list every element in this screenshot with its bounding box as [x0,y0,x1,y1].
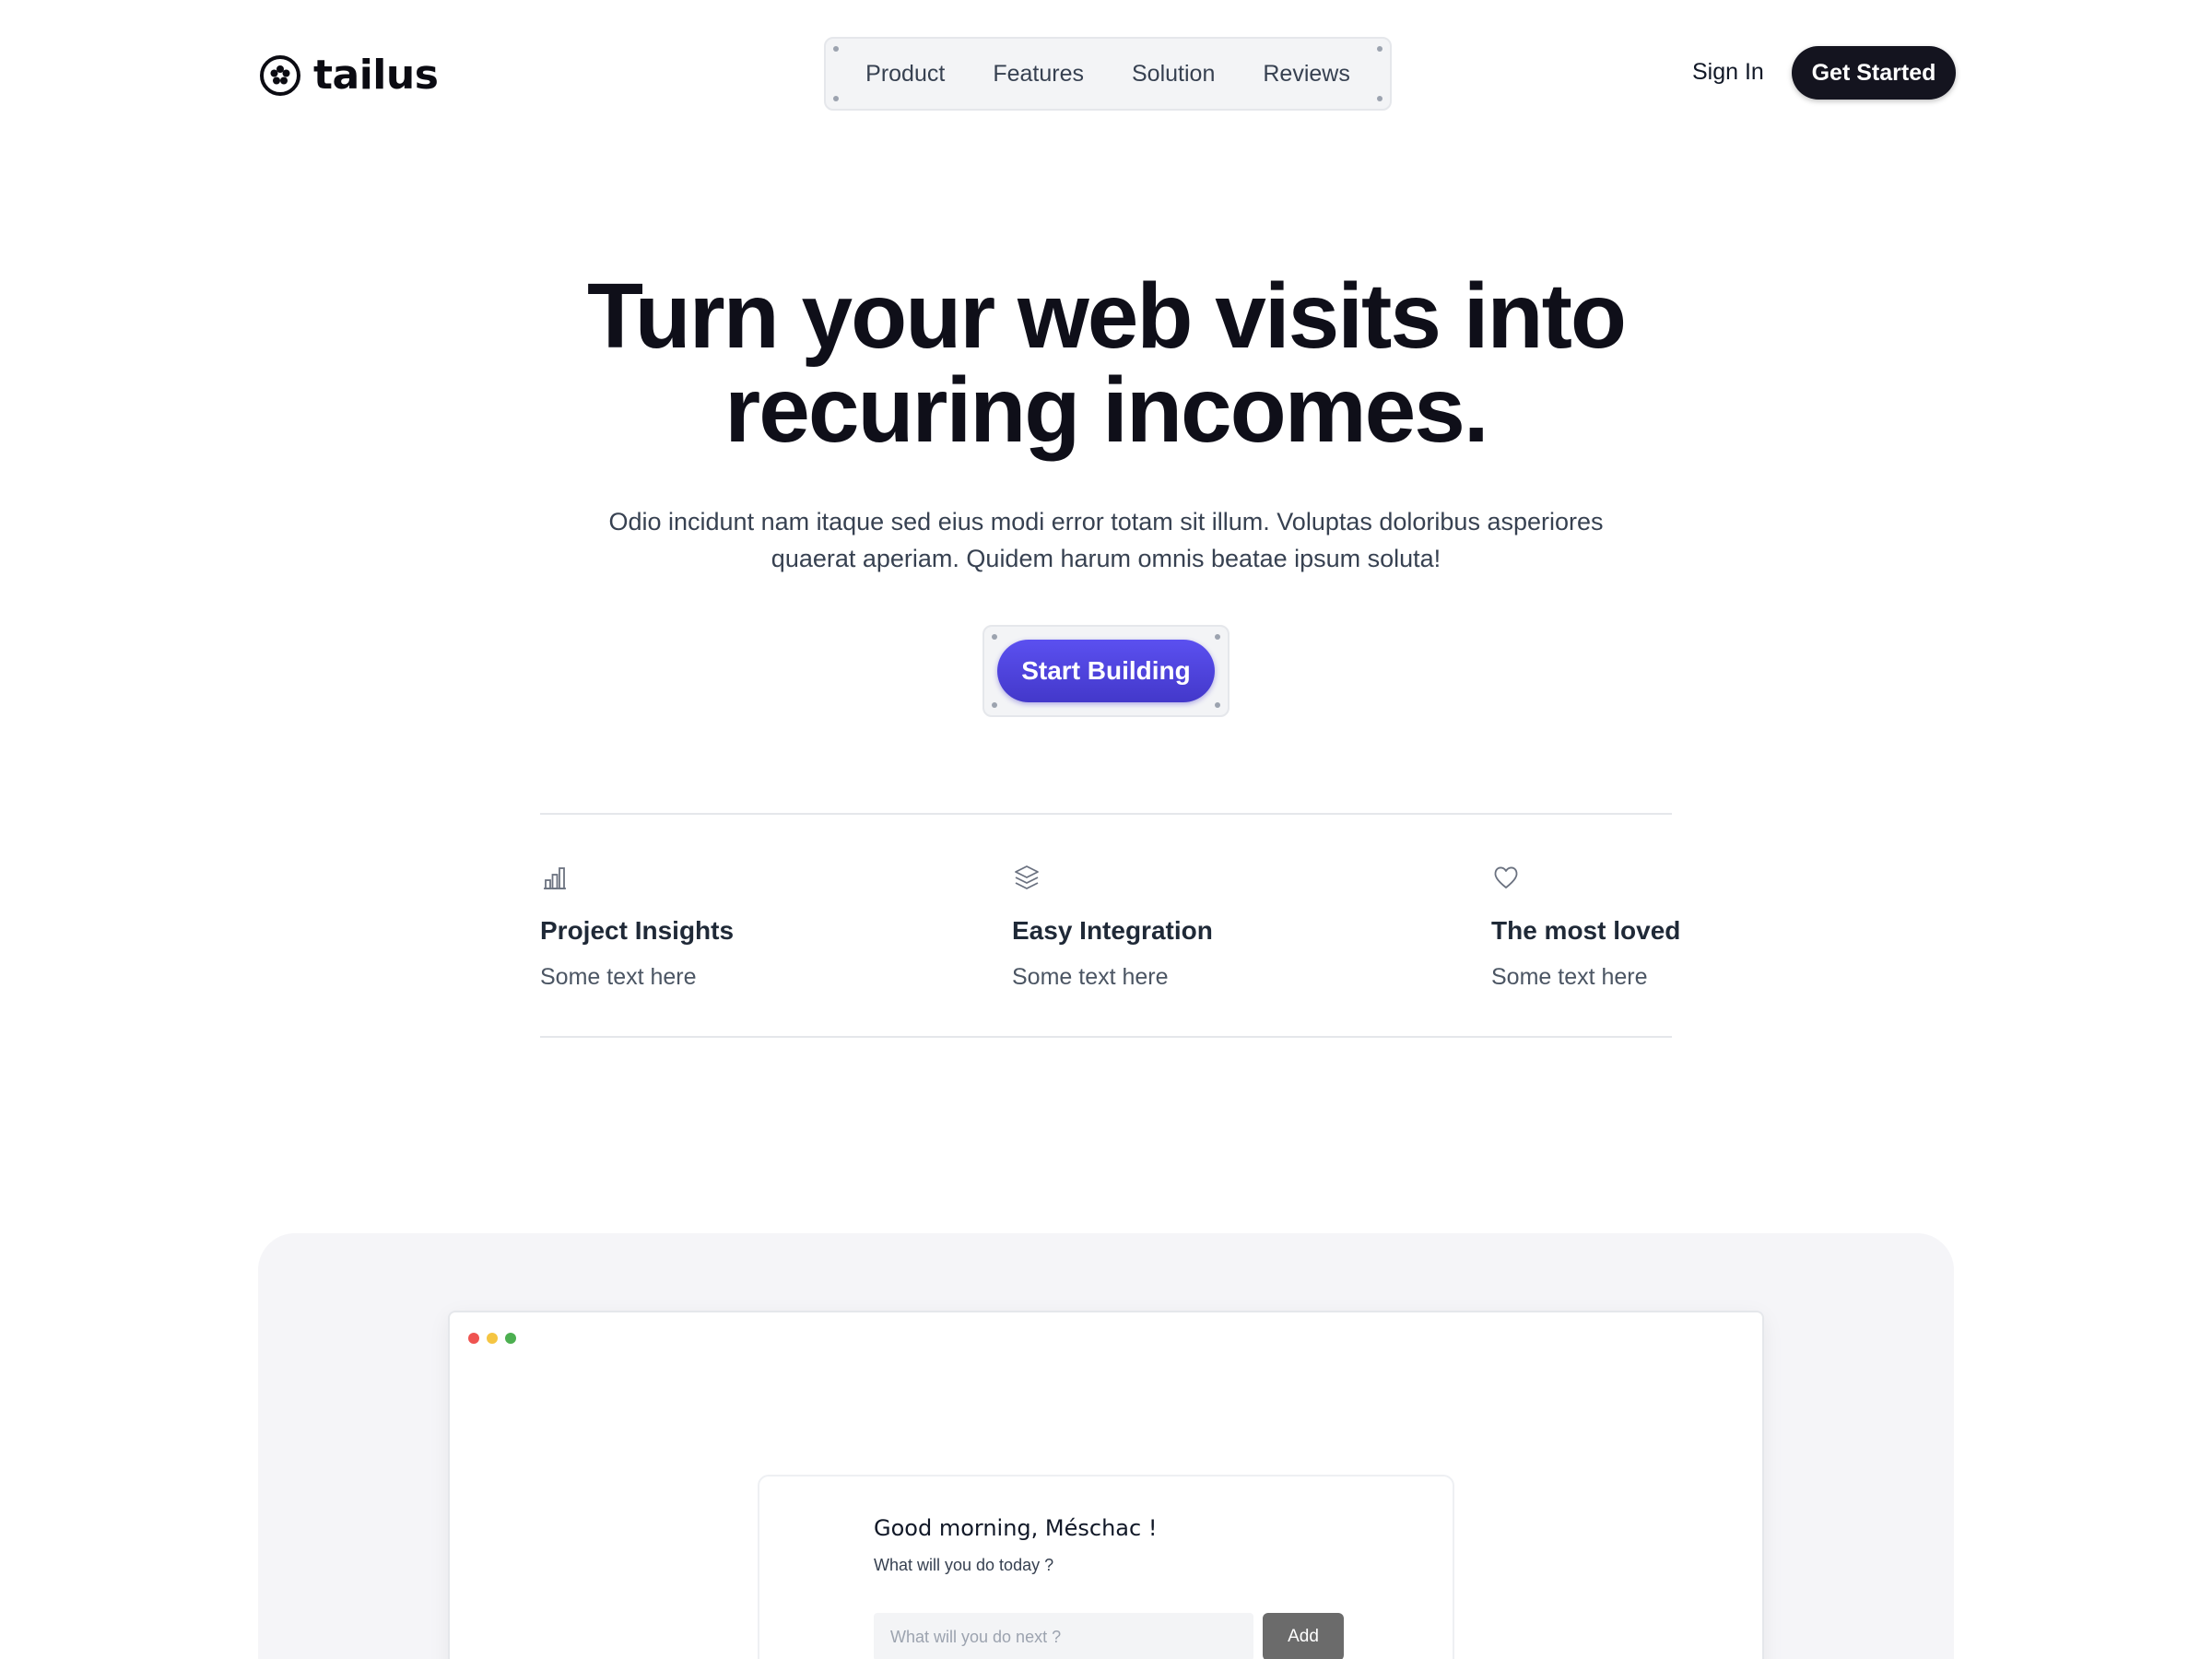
corner-dot [1215,702,1220,708]
window-maximize-dot [505,1333,516,1344]
hero-title-line-1: Turn your web visits into [586,265,1627,368]
hero-subtitle: Odio incidunt nam itaque sed eius modi e… [608,508,1604,572]
cta-frame: Start Building [982,625,1230,717]
todo-input[interactable] [874,1613,1253,1659]
corner-dot [833,96,839,101]
corner-dot [833,46,839,52]
greeting-prompt: What will you do today ? [874,1556,1054,1574]
features-divider-bottom [540,1036,1672,1038]
nav-item-reviews[interactable]: Reviews [1239,61,1373,88]
hero-title: Turn your web visits into recuring incom… [369,269,1843,457]
start-building-button[interactable]: Start Building [997,640,1215,702]
nav-item-product[interactable]: Product [841,61,969,88]
get-started-button[interactable]: Get Started [1792,46,1956,100]
corner-dot [1215,634,1220,640]
flower-circle-icon [260,54,300,96]
hero-title-line-2: recuring incomes. [724,359,1488,462]
features-divider-top [540,813,1672,815]
nav-item-solution[interactable]: Solution [1108,61,1239,88]
brand-logo[interactable]: tailus [258,52,439,99]
layers-icon [1015,865,1039,889]
corner-dot [1377,96,1382,101]
feature-text: Some text here [1012,964,1169,990]
nav-item-features[interactable]: Features [969,61,1108,88]
brand-name: tailus [313,52,439,99]
todo-card: Good morning, Méschac ! What will you do… [758,1475,1454,1659]
bar-chart-icon [544,867,566,889]
corner-dot [992,634,997,640]
landing-page: tailus Product Features Solution Reviews… [0,0,2212,1659]
heart-icon [1494,866,1518,888]
corner-dot [992,702,997,708]
feature-title: Easy Integration [1012,916,1213,945]
window-close-dot [468,1333,479,1344]
feature-project-insights: Project Insights Some text here [540,863,734,991]
feature-title: Project Insights [540,916,735,945]
feature-text: Some text here [1491,964,1648,990]
greeting-heading: Good morning, Méschac ! [874,1515,1158,1541]
add-todo-button[interactable]: Add [1263,1613,1344,1659]
window-minimize-dot [487,1333,498,1344]
feature-text: Some text here [540,964,697,990]
feature-easy-integration: Easy Integration Some text here [1012,863,1213,991]
feature-title: The most loved [1491,916,1681,945]
sign-in-link[interactable]: Sign In [1692,59,1764,86]
main-nav: Product Features Solution Reviews [824,37,1392,111]
feature-most-loved: The most loved Some text here [1491,863,1680,991]
corner-dot [1377,46,1382,52]
